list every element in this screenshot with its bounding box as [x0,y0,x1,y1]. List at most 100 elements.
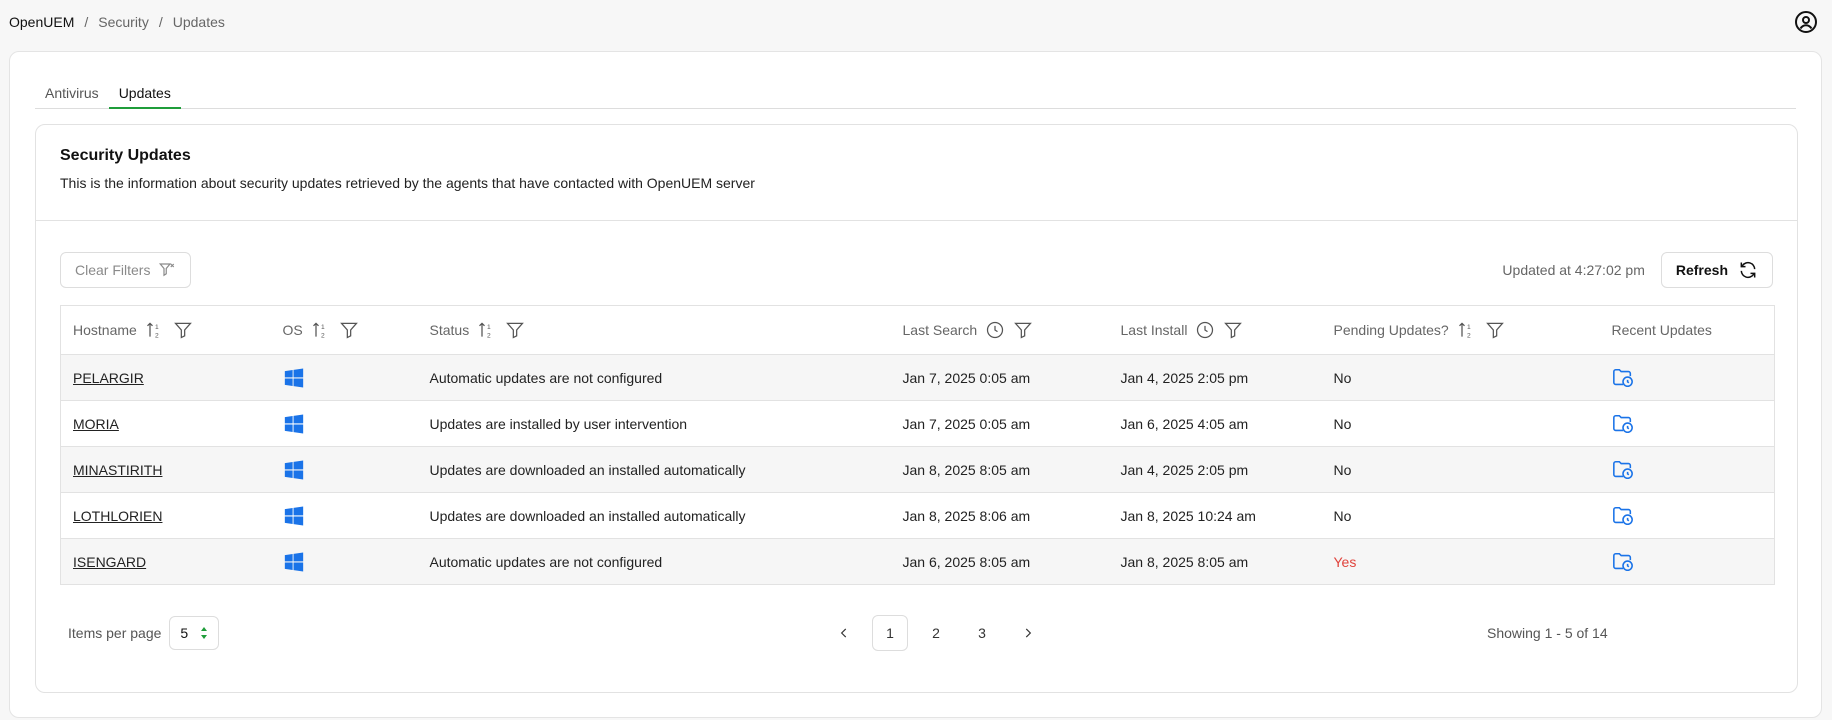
filter-icon[interactable] [1223,320,1243,340]
breadcrumb-section[interactable]: Security [98,14,149,30]
filter-clear-icon [159,263,175,277]
refresh-icon [1740,261,1756,279]
table-row: LOTHLORIEN Updates are downloaded an ins… [60,492,1775,539]
hostname-link[interactable]: MINASTIRITH [73,462,162,478]
hostname-link[interactable]: PELARGIR [73,370,144,386]
card-description: This is the information about security u… [60,175,755,191]
pending-cell: Yes [1321,538,1600,585]
filter-icon[interactable] [1013,320,1033,340]
status-cell: Updates are installed by user interventi… [417,400,891,447]
windows-icon [284,506,303,525]
column-recent-updates: Recent Updates [1599,305,1775,355]
column-recent-label: Recent Updates [1611,322,1712,338]
table-row: ISENGARD Automatic updates are not confi… [60,538,1775,585]
folder-clock-icon[interactable] [1612,413,1634,435]
previous-page-button[interactable] [826,615,862,651]
table-body: PELARGIR Automatic updates are not confi… [60,354,1775,585]
column-pending-updates: Pending Updates? 12 [1321,305,1600,355]
user-account-icon[interactable] [1794,10,1818,34]
items-per-page-value: 5 [180,625,189,641]
breadcrumb-root[interactable]: OpenUEM [9,14,74,30]
hostname-cell: MINASTIRITH [60,446,271,493]
column-os: OS 12 [270,305,418,355]
sort-icon[interactable]: 12 [477,320,497,340]
folder-clock-icon[interactable] [1612,551,1634,573]
clear-filters-label: Clear Filters [75,262,151,278]
recent-cell [1599,492,1775,539]
windows-icon [284,414,303,433]
table-toolbar: Clear Filters Updated at 4:27:02 pm Refr… [60,252,1773,288]
breadcrumb-separator: / [158,14,163,30]
clear-filters-button[interactable]: Clear Filters [60,252,192,288]
windows-icon [284,552,303,571]
svg-text:2: 2 [155,333,159,340]
sort-icon[interactable]: 12 [311,320,331,340]
hostname-link[interactable]: ISENGARD [73,554,146,570]
card-title: Security Updates [60,147,191,164]
tab-antivirus[interactable]: Antivirus [35,80,109,109]
clock-sort-icon[interactable] [1195,320,1215,340]
items-per-page-label: Items per page [68,625,162,641]
folder-clock-icon[interactable] [1612,367,1634,389]
breadcrumb: OpenUEM / Security / Updates [9,14,225,30]
pending-cell: No [1321,492,1600,539]
refresh-button[interactable]: Refresh [1660,252,1773,288]
column-last-search-label: Last Search [902,322,978,338]
showing-range-text: Showing 1 - 5 of 14 [1487,625,1608,641]
table-row: MORIA Updates are installed by user inte… [60,400,1775,447]
svg-text:2: 2 [487,333,491,340]
filter-icon[interactable] [1485,320,1505,340]
clock-sort-icon[interactable] [985,320,1005,340]
sort-icon[interactable]: 12 [1457,320,1477,340]
hostname-link[interactable]: MORIA [73,416,119,432]
folder-clock-icon[interactable] [1612,505,1634,527]
filter-icon[interactable] [505,320,525,340]
last-install-cell: Jan 6, 2025 4:05 am [1108,400,1322,447]
status-cell: Automatic updates are not configured [417,354,891,401]
updated-at-text: Updated at 4:27:02 pm [1502,262,1645,278]
next-page-button[interactable] [1010,615,1046,651]
page-button-2[interactable]: 2 [918,615,954,651]
refresh-label: Refresh [1675,262,1728,278]
breadcrumb-separator: / [84,14,89,30]
top-bar: OpenUEM / Security / Updates [0,0,1832,44]
svg-text:1: 1 [1467,324,1471,331]
sort-icon[interactable]: 12 [145,320,165,340]
folder-clock-icon[interactable] [1612,459,1634,481]
last-search-cell: Jan 8, 2025 8:05 am [890,446,1109,493]
recent-cell [1599,446,1775,493]
hostname-cell: ISENGARD [60,538,271,585]
os-cell [270,400,418,447]
pending-value: No [1333,461,1352,478]
last-search-cell: Jan 7, 2025 0:05 am [890,354,1109,401]
column-hostname-label: Hostname [73,322,137,338]
svg-text:2: 2 [321,333,325,340]
recent-cell [1599,400,1775,447]
last-search-cell: Jan 6, 2025 8:05 am [890,538,1109,585]
page-button-3[interactable]: 3 [964,615,1000,651]
page-button-1[interactable]: 1 [872,615,908,651]
recent-cell [1599,354,1775,401]
chevron-right-icon [1025,628,1032,638]
main-card: Antivirus Updates Security Updates This … [9,51,1822,718]
tab-updates[interactable]: Updates [108,80,181,109]
updates-table: Hostname 12 OS 12 Status 1 2 Last Search… [60,305,1775,585]
toolbar-right: Updated at 4:27:02 pm Refresh [1502,252,1773,288]
column-status: Status 12 [417,305,891,355]
chevron-left-icon [840,628,847,638]
last-install-cell: Jan 8, 2025 10:24 am [1108,492,1322,539]
items-per-page: Items per page 5 [60,616,220,650]
status-cell: Updates are downloaded an installed auto… [417,492,891,539]
column-os-label: OS [282,322,303,338]
status-cell: Updates are downloaded an installed auto… [417,446,891,493]
filter-icon[interactable] [173,320,193,340]
pending-value: No [1333,415,1352,432]
os-cell [270,492,418,539]
items-per-page-select[interactable]: 5 [169,616,220,650]
filter-icon[interactable] [339,320,359,340]
last-search-cell: Jan 8, 2025 8:06 am [890,492,1109,539]
column-status-label: Status [429,322,470,338]
column-last-search: Last Search [890,305,1109,355]
last-install-cell: Jan 4, 2025 2:05 pm [1108,354,1322,401]
hostname-link[interactable]: LOTHLORIEN [73,508,162,524]
